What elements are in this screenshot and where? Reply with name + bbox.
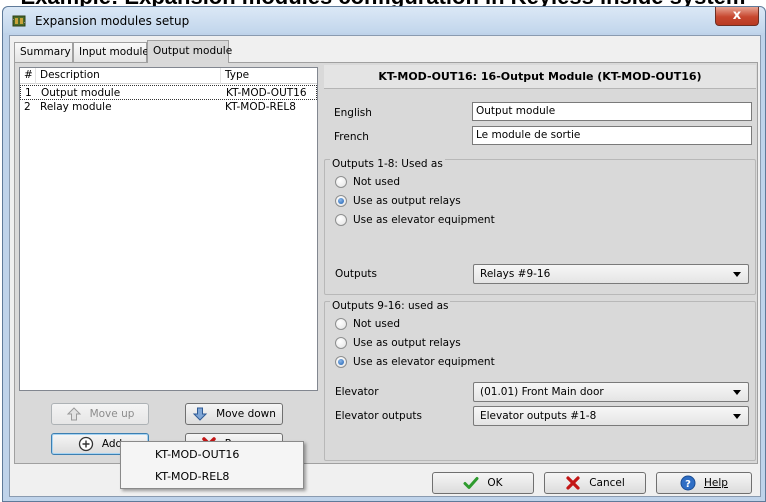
svg-text:?: ? [685, 479, 691, 490]
elevator-outputs-label: Elevator outputs [335, 410, 422, 422]
close-button[interactable]: x [715, 7, 759, 26]
tab-summary[interactable]: Summary [14, 42, 73, 62]
outputs-9-16-group: Outputs 9-16: used as Not used Use as ou… [324, 300, 756, 461]
outputs-label: Outputs [335, 268, 377, 280]
arrow-down-icon [192, 407, 208, 421]
radio-checked-icon [335, 195, 347, 207]
column-header-number[interactable]: # [20, 68, 36, 84]
chevron-down-icon [733, 272, 741, 277]
ok-button[interactable]: OK [432, 472, 534, 494]
outputs-9-16-output-relays-radio[interactable]: Use as output relays [335, 335, 461, 351]
chevron-down-icon [733, 390, 741, 395]
check-icon [463, 477, 479, 489]
outputs-1-8-not-used-radio[interactable]: Not used [335, 174, 400, 190]
elevator-select[interactable]: (01.01) Front Main door [473, 382, 749, 402]
module-settings-panel: KT-MOD-OUT16: 16-Output Module (KT-MOD-O… [324, 65, 756, 461]
cancel-button[interactable]: Cancel [544, 472, 646, 494]
move-up-label: Move up [89, 408, 135, 420]
arrow-up-icon [66, 407, 81, 421]
elevator-outputs-select[interactable]: Elevator outputs #1-8 [473, 406, 749, 426]
elevator-select-value: (01.01) Front Main door [480, 386, 604, 398]
close-icon [566, 476, 580, 490]
outputs-select[interactable]: Relays #9-16 [473, 264, 749, 284]
app-icon [11, 13, 27, 29]
radio-label: Use as output relays [353, 337, 461, 349]
row-type: KT-MOD-REL8 [225, 101, 296, 113]
radio-label: Use as elevator equipment [353, 356, 495, 368]
cancel-label: Cancel [589, 477, 625, 489]
dialog-window: Expansion modules setup x Summary Input … [2, 6, 766, 502]
radio-checked-icon [335, 356, 347, 368]
row-description: Output module [41, 87, 121, 99]
output-module-pane: # Description Type 1 Output module KT-MO… [14, 62, 758, 464]
outputs-9-16-not-used-radio[interactable]: Not used [335, 316, 400, 332]
group-title: Outputs 1-8: Used as [330, 158, 445, 170]
close-icon: x [732, 8, 742, 23]
move-up-button[interactable]: Move up [51, 403, 149, 425]
radio-label: Use as elevator equipment [353, 214, 495, 226]
help-icon: ? [680, 475, 696, 491]
title-bar: Expansion modules setup x [3, 7, 765, 33]
radio-icon [335, 318, 347, 330]
help-button[interactable]: ? Help [656, 472, 752, 494]
tab-input-module[interactable]: Input module [73, 42, 149, 62]
list-header: # Description Type [20, 68, 317, 84]
row-type: KT-MOD-OUT16 [226, 87, 307, 99]
outputs-1-8-elevator-radio[interactable]: Use as elevator equipment [335, 212, 495, 228]
row-description: Relay module [40, 101, 112, 113]
module-header: KT-MOD-OUT16: 16-Output Module (KT-MOD-O… [324, 65, 756, 89]
table-row[interactable]: 2 Relay module KT-MOD-REL8 [20, 100, 317, 115]
chevron-down-icon [733, 414, 741, 419]
add-icon [78, 436, 93, 452]
french-name-input[interactable]: Le module de sortie [472, 126, 752, 145]
outputs-1-8-output-relays-radio[interactable]: Use as output relays [335, 193, 461, 209]
modules-list[interactable]: # Description Type 1 Output module KT-MO… [19, 67, 318, 391]
window-title: Expansion modules setup [35, 14, 190, 28]
outputs-select-value: Relays #9-16 [480, 268, 551, 280]
modules-panel: # Description Type 1 Output module KT-MO… [19, 67, 318, 461]
row-number: 1 [25, 87, 32, 99]
column-header-description[interactable]: Description [36, 68, 221, 84]
radio-icon [335, 214, 347, 226]
dialog-client-area: Summary Input module Output module # Des… [9, 35, 761, 497]
table-row[interactable]: 1 Output module KT-MOD-OUT16 [20, 85, 317, 100]
elevator-outputs-select-value: Elevator outputs #1-8 [480, 410, 597, 422]
group-title: Outputs 9-16: used as [330, 300, 451, 312]
ok-label: OK [487, 477, 503, 489]
radio-icon [335, 176, 347, 188]
elevator-label: Elevator [335, 386, 379, 398]
outputs-1-8-group: Outputs 1-8: Used as Not used Use as out… [324, 158, 756, 295]
row-number: 2 [24, 101, 31, 113]
radio-label: Use as output relays [353, 195, 461, 207]
radio-label: Not used [353, 318, 400, 330]
outputs-9-16-elevator-radio[interactable]: Use as elevator equipment [335, 354, 495, 370]
radio-icon [335, 337, 347, 349]
english-name-input[interactable]: Output module [472, 102, 752, 121]
help-label: Help [704, 477, 728, 489]
move-down-button[interactable]: Move down [185, 403, 283, 425]
english-label: English [334, 107, 372, 119]
french-label: French [334, 131, 369, 143]
radio-label: Not used [353, 176, 400, 188]
menu-item-kt-mod-rel8[interactable]: KT-MOD-REL8 [121, 466, 303, 488]
add-module-menu: KT-MOD-OUT16 KT-MOD-REL8 [120, 441, 304, 489]
move-down-label: Move down [216, 408, 276, 420]
tab-output-module[interactable]: Output module [147, 40, 232, 63]
menu-item-kt-mod-out16[interactable]: KT-MOD-OUT16 [121, 444, 303, 466]
column-header-type[interactable]: Type [221, 68, 317, 84]
